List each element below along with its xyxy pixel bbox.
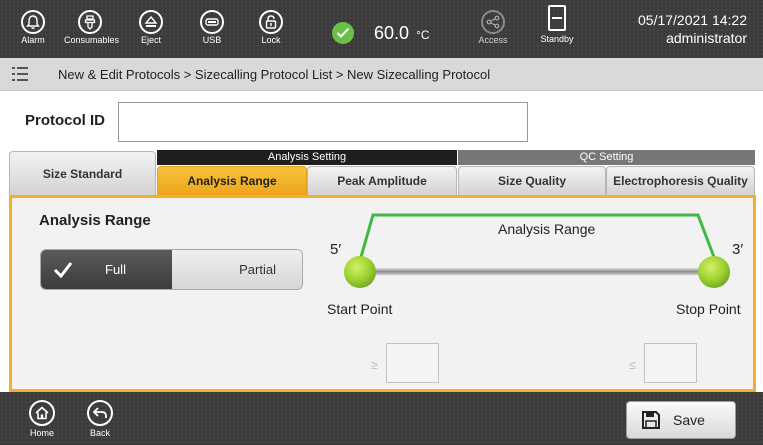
top-status-bar: Alarm Consumables Eject USB Lock 60.0 °C (0, 0, 763, 58)
stop-point-handle (698, 256, 730, 288)
usb-button[interactable]: USB (186, 4, 238, 56)
usb-icon (200, 10, 224, 34)
access-label: Access (478, 35, 508, 45)
analysis-setting-header: Analysis Setting (157, 150, 457, 165)
tab-peak-amplitude[interactable]: Peak Amplitude (307, 166, 457, 195)
user-name: administrator (666, 30, 747, 46)
stop-point-input[interactable] (644, 343, 697, 383)
tab-size-standard[interactable]: Size Standard (9, 151, 156, 195)
home-icon (29, 400, 55, 426)
five-prime-label: 5′ (330, 241, 342, 258)
eject-icon (139, 10, 163, 34)
standby-icon (548, 5, 566, 31)
checkmark-icon (53, 262, 73, 279)
save-button[interactable]: Save (626, 401, 736, 439)
eject-label: Eject (140, 35, 161, 45)
back-button[interactable]: Back (80, 400, 120, 438)
full-option-label: Full (105, 262, 126, 277)
protocol-id-label: Protocol ID (25, 112, 106, 129)
breadcrumb: New & Edit Protocols > Sizecalling Proto… (58, 67, 491, 82)
start-point-input[interactable] (386, 343, 439, 383)
share-icon (481, 10, 505, 34)
consumables-icon (78, 10, 102, 34)
check-circle-icon (332, 22, 354, 44)
temperature-value: 60.0 (374, 23, 410, 43)
analysis-range-title: Analysis Range (39, 212, 151, 229)
eject-button[interactable]: Eject (125, 4, 177, 56)
diagram-title: Analysis Range (498, 221, 596, 237)
datetime-user: 05/17/2021 14:22 administrator (638, 11, 747, 47)
access-button[interactable]: Access (467, 4, 519, 56)
tab-electrophoresis-quality[interactable]: Electrophoresis Quality (606, 166, 755, 195)
usb-label: USB (202, 35, 222, 45)
consumables-button[interactable]: Consumables (64, 4, 120, 56)
partial-option-label: Partial (239, 262, 276, 277)
breadcrumb-bar: New & Edit Protocols > Sizecalling Proto… (0, 58, 763, 91)
stop-point-label: Stop Point (676, 301, 741, 317)
range-mode-toggle: Full Partial (40, 249, 303, 290)
home-button[interactable]: Home (22, 400, 62, 438)
tab-analysis-range[interactable]: Analysis Range (157, 166, 307, 195)
menu-icon[interactable] (12, 67, 28, 81)
standby-button[interactable]: Standby (527, 3, 587, 57)
lock-button[interactable]: Lock (245, 4, 297, 56)
start-point-label: Start Point (327, 301, 393, 317)
back-label: Back (89, 428, 110, 438)
consumables-label: Consumables (64, 35, 120, 45)
start-point-handle (344, 256, 376, 288)
start-operator: ≥ (371, 358, 378, 372)
partial-option-button[interactable]: Partial (172, 250, 302, 289)
qc-setting-header: QC Setting (458, 150, 755, 165)
back-arrow-icon (87, 400, 113, 426)
three-prime-label: 3′ (732, 241, 744, 258)
lock-label: Lock (261, 35, 281, 45)
protocol-id-input[interactable] (118, 102, 528, 142)
save-icon (642, 411, 660, 429)
tab-size-quality[interactable]: Size Quality (458, 166, 606, 195)
alarm-label: Alarm (21, 35, 45, 45)
bell-icon (21, 10, 45, 34)
sequence-bar (360, 268, 715, 275)
save-label: Save (673, 412, 705, 428)
standby-label: Standby (540, 34, 574, 44)
lock-icon (259, 10, 283, 34)
date-time: 05/17/2021 14:22 (638, 12, 747, 28)
temperature-unit: °C (416, 28, 430, 42)
home-label: Home (29, 428, 54, 438)
full-option-button[interactable]: Full (41, 250, 172, 289)
stop-operator: ≤ (629, 358, 636, 372)
alarm-button[interactable]: Alarm (7, 4, 59, 56)
